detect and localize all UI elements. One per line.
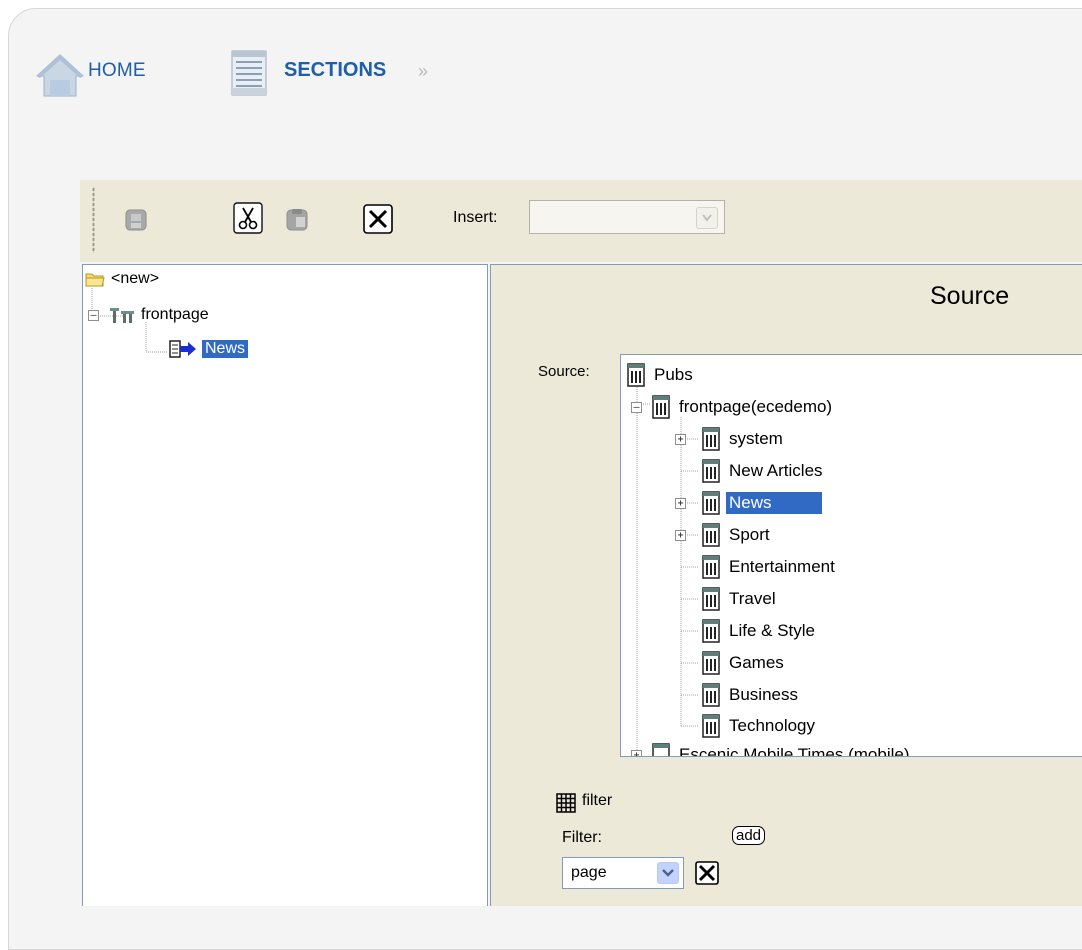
grid-icon [556, 793, 576, 813]
tree-item-label: <new> [111, 270, 160, 287]
tree-item-new[interactable]: <new> [85, 270, 159, 288]
publication-icon [652, 395, 670, 419]
section-icon [702, 651, 720, 675]
collapse-toggle[interactable]: – [631, 401, 642, 413]
source-tree-label: Business [729, 685, 798, 704]
delete-button[interactable] [360, 201, 396, 237]
paste-button[interactable] [280, 203, 314, 237]
scissors-icon [233, 202, 263, 234]
source-tree-label: New Articles [729, 461, 823, 480]
source-tree-root[interactable]: Pubs [625, 361, 696, 389]
source-tree-item-news[interactable]: + News [675, 489, 822, 517]
add-filter-button[interactable]: add [732, 826, 766, 845]
sections-link[interactable]: SECTIONS [284, 59, 386, 82]
cut-button[interactable] [230, 200, 266, 236]
toolbar-grip[interactable] [92, 187, 95, 253]
save-icon [125, 209, 147, 231]
source-tree-item-business[interactable]: Business [700, 681, 801, 709]
collapse-toggle[interactable]: – [88, 309, 99, 321]
clipboard-icon [286, 209, 308, 231]
remove-filter-button[interactable] [695, 861, 719, 885]
section-link-icon [169, 340, 196, 358]
section-icon [702, 459, 720, 483]
source-tree-item-sport[interactable]: + Sport [675, 521, 773, 549]
source-tree-label: frontpage(ecedemo) [679, 397, 833, 416]
filter-heading: filter [582, 792, 613, 809]
save-button[interactable] [118, 203, 154, 237]
folder-icon [85, 273, 105, 287]
source-tree-label: Life & Style [729, 621, 815, 640]
source-tree-item-travel[interactable]: Travel [700, 585, 779, 613]
source-tree-label: News [726, 492, 822, 514]
chevron-down-icon[interactable] [696, 207, 718, 229]
tree-item-news[interactable]: News [168, 339, 249, 359]
expand-toggle[interactable]: + [675, 433, 686, 445]
source-tree-label: Pubs [654, 365, 693, 384]
source-label: Source: [538, 363, 590, 380]
filter-label: Filter: [562, 829, 602, 846]
source-tree-label: Sport [729, 525, 770, 544]
expand-toggle[interactable]: + [675, 529, 686, 541]
tree-item-label: News [202, 340, 249, 358]
filter-type-value: page [571, 864, 607, 881]
source-tree-item-technology[interactable]: Technology [700, 712, 818, 740]
source-tree-label: Escenic Mobile Times (mobile) [679, 745, 910, 757]
breadcrumb-separator: » [418, 61, 429, 81]
source-tree-item-partial[interactable]: + Escenic Mobile Times (mobile) [631, 741, 913, 757]
section-icon [702, 714, 720, 738]
section-icon [702, 555, 720, 579]
publication-icon [627, 363, 645, 387]
source-tree-publication[interactable]: – frontpage(ecedemo) [631, 393, 835, 421]
tree-item-label: frontpage [141, 306, 209, 323]
source-tree-label: Games [729, 653, 784, 672]
source-tree-label: Technology [729, 716, 816, 735]
expand-toggle[interactable]: + [675, 497, 686, 509]
insert-label: Insert: [453, 209, 498, 226]
publication-icon [652, 743, 670, 756]
source-tree-item-new-articles[interactable]: New Articles [700, 457, 826, 485]
section-icon [702, 523, 720, 547]
section-icon [702, 491, 720, 515]
close-icon [363, 204, 393, 234]
panel-title: Source [930, 282, 1010, 310]
expand-toggle[interactable]: + [631, 749, 642, 756]
chevron-down-icon[interactable] [657, 862, 679, 884]
publication-icon [110, 308, 134, 323]
source-tree-item-life-style[interactable]: Life & Style [700, 617, 818, 645]
home-link[interactable]: HOME [88, 60, 146, 82]
tree-item-frontpage[interactable]: – frontpage [88, 306, 209, 324]
insert-select[interactable] [529, 200, 725, 234]
section-icon [702, 683, 720, 707]
source-tree-label: system [729, 429, 783, 448]
section-icon [702, 427, 720, 451]
source-tree-label: Entertainment [729, 557, 835, 576]
source-tree-item-games[interactable]: Games [700, 649, 787, 677]
source-tree-item-entertainment[interactable]: Entertainment [700, 553, 838, 581]
section-icon [702, 587, 720, 611]
home-icon[interactable] [36, 54, 84, 98]
sections-icon[interactable] [231, 50, 267, 96]
source-tree-item-system[interactable]: + system [675, 425, 786, 453]
filter-type-select[interactable]: page [562, 857, 684, 889]
section-icon [702, 619, 720, 643]
source-tree[interactable]: Pubs – frontpage(ecedemo) + system New A… [620, 354, 1082, 757]
source-tree-label: Travel [729, 589, 776, 608]
